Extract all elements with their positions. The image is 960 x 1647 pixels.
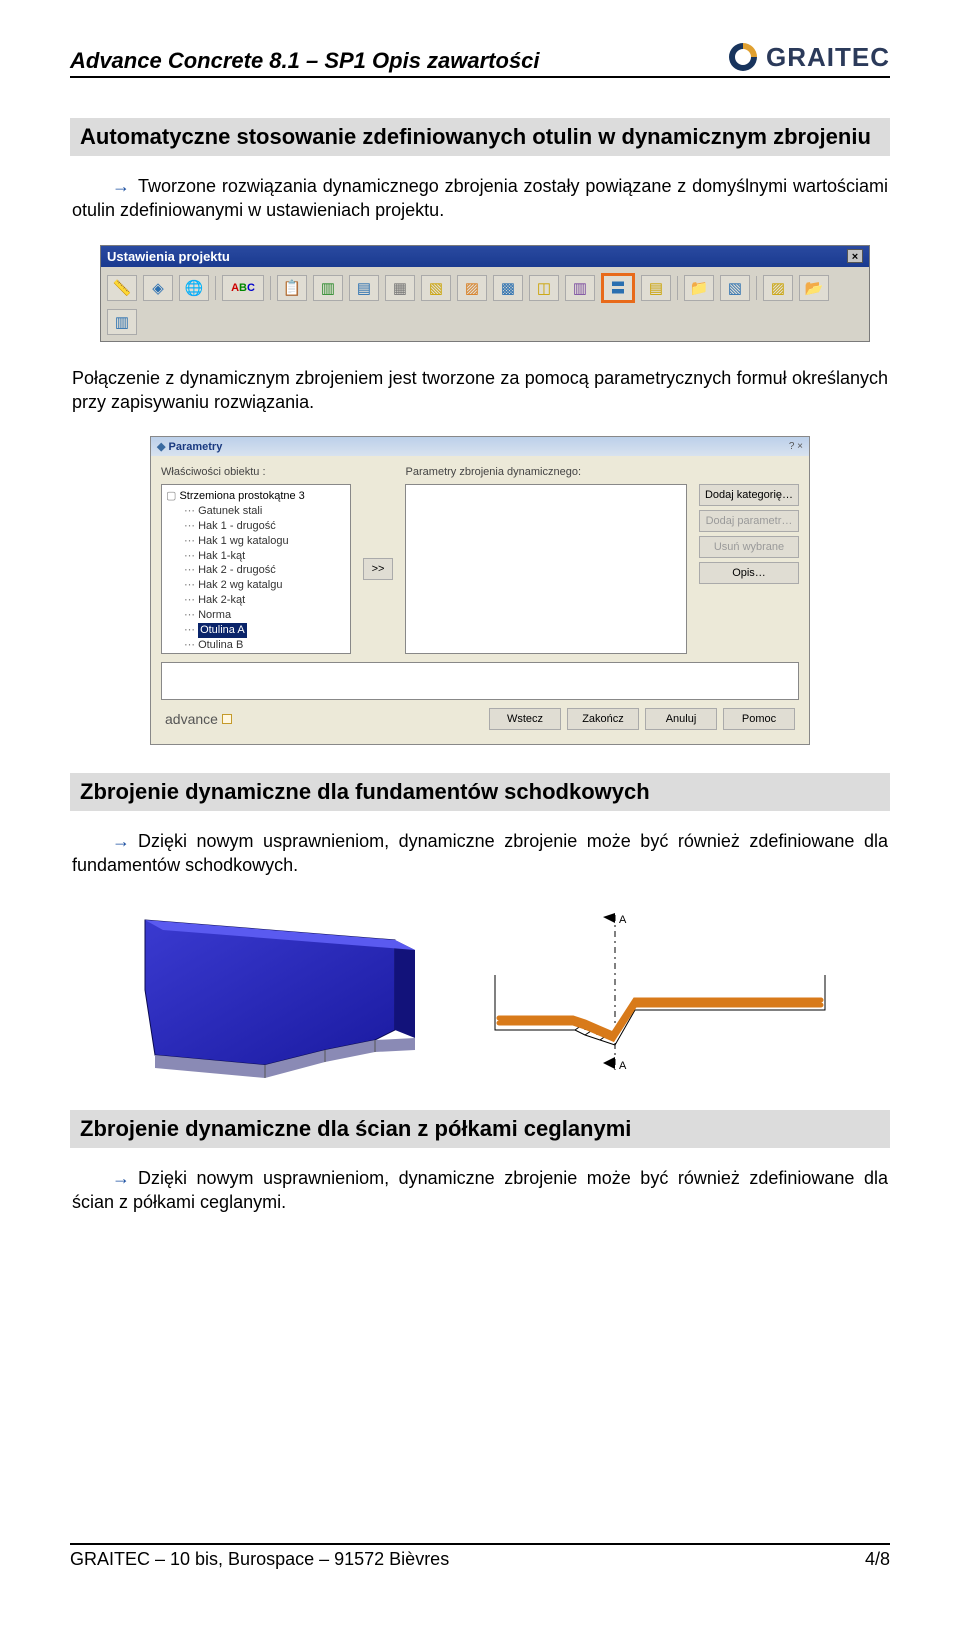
yellow-icon[interactable]: ▨ <box>763 275 793 301</box>
help-button[interactable]: Pomoc <box>723 708 795 730</box>
section1-p2: Połączenie z dynamicznym zbrojeniem jest… <box>72 366 888 415</box>
dialog-sysicons[interactable]: ? × <box>789 441 803 452</box>
arrow-icon: → <box>112 831 130 851</box>
footer-page: 4/8 <box>865 1549 890 1570</box>
tree-item[interactable]: Hak 2 - drugość <box>166 563 346 578</box>
arrow-icon: → <box>112 176 130 196</box>
section-title-1: Automatyczne stosowanie zdefiniowanych o… <box>70 118 890 156</box>
section-letter-top: A <box>619 914 627 926</box>
folder2-icon[interactable]: 📁 <box>684 275 714 301</box>
brand-text: GRAITEC <box>766 42 890 73</box>
toolbar-window: Ustawienia projektu × 📏 ◈ 🌐 ABC 📋 ▥ ▤ ▦ … <box>100 245 870 342</box>
page-icon[interactable]: ▥ <box>107 309 137 335</box>
toolbar-titlebar: Ustawienia projektu × <box>101 246 869 267</box>
param-list[interactable] <box>405 484 687 654</box>
dialog-label-left: Właściwości obiektu : <box>161 466 266 478</box>
green-icon[interactable]: ▥ <box>313 275 343 301</box>
tree-item[interactable]: Hak 2 wg katalgu <box>166 578 346 593</box>
hash-icon[interactable]: ▦ <box>385 275 415 301</box>
page-header: Advance Concrete 8.1 – SP1 Opis zawartoś… <box>70 40 890 78</box>
page-footer: GRAITEC – 10 bis, Burospace – 91572 Bièv… <box>70 1543 890 1570</box>
add-category-button[interactable]: Dodaj kategorię… <box>699 484 799 506</box>
arch-icon[interactable]: ◫ <box>529 275 559 301</box>
foundation-3d-icon <box>115 900 455 1080</box>
cancel-button[interactable]: Anuluj <box>645 708 717 730</box>
toolbar-title: Ustawienia projektu <box>107 249 230 264</box>
parameters-dialog: ◆ Parametry ? × Właściwości obiektu : Pa… <box>150 436 810 745</box>
brand-logo: GRAITEC <box>726 40 890 74</box>
close-icon[interactable]: × <box>847 249 863 263</box>
grid-icon[interactable]: ▩ <box>493 275 523 301</box>
section-title-3: Zbrojenie dynamiczne dla ścian z półkami… <box>70 1110 890 1148</box>
tree-item[interactable]: Hak 2-kąt <box>166 593 346 608</box>
tree-item[interactable]: Otulina C <box>166 652 346 654</box>
finish-button[interactable]: Zakończ <box>567 708 639 730</box>
move-right-button[interactable]: >> <box>363 558 393 580</box>
tree-item[interactable]: Norma <box>166 608 346 623</box>
layers-icon[interactable]: ◈ <box>143 275 173 301</box>
section-title-2: Zbrojenie dynamiczne dla fundamentów sch… <box>70 773 890 811</box>
advance-brand: advance <box>165 711 232 727</box>
header-title: Advance Concrete 8.1 – SP1 Opis zawartoś… <box>70 48 540 74</box>
toolbar-body: 📏 ◈ 🌐 ABC 📋 ▥ ▤ ▦ ▧ ▨ ▩ ◫ ▥ 〓 ▤ 📁 ▧ ▨ 📂 … <box>101 267 869 341</box>
tree-item[interactable]: Hak 1-kąt <box>166 549 346 564</box>
orange-icon[interactable]: ▨ <box>457 275 487 301</box>
tree-item[interactable]: Hak 1 - drugość <box>166 519 346 534</box>
tree-parent[interactable]: Strzemiona prostokątne 3 <box>166 489 346 504</box>
open-icon[interactable]: 📂 <box>799 275 829 301</box>
section3-p1: →Dzięki nowym usprawnieniom, dynamiczne … <box>72 1166 888 1215</box>
info-box <box>161 662 799 700</box>
section-icon[interactable]: 〓 <box>601 273 635 303</box>
dialog-titlebar: ◆ Parametry ? × <box>151 437 809 456</box>
property-tree[interactable]: Strzemiona prostokątne 3 Gatunek stali H… <box>161 484 351 654</box>
dialog-title: ◆ Parametry <box>157 440 222 453</box>
tree-item-selected[interactable]: Otulina A <box>166 623 346 638</box>
folder-icon[interactable]: ▧ <box>421 275 451 301</box>
section1-p1: →Tworzone rozwiązania dynamicznego zbroj… <box>72 174 888 223</box>
sheet-icon[interactable]: ▧ <box>720 275 750 301</box>
add-param-button: Dodaj parametr… <box>699 510 799 532</box>
delete-button: Usuń wybrane <box>699 536 799 558</box>
tree-item[interactable]: Hak 1 wg katalogu <box>166 534 346 549</box>
tree-item[interactable]: Otulina B <box>166 638 346 653</box>
desc-button[interactable]: Opis… <box>699 562 799 584</box>
section2-p1: →Dzięki nowym usprawnieniom, dynamiczne … <box>72 829 888 878</box>
tree-item[interactable]: Gatunek stali <box>166 504 346 519</box>
globe-icon[interactable]: 🌐 <box>179 275 209 301</box>
clipboard-icon[interactable]: 📋 <box>277 275 307 301</box>
blue-icon[interactable]: ▤ <box>349 275 379 301</box>
purple-icon[interactable]: ▥ <box>565 275 595 301</box>
dialog-label-right: Parametry zbrojenia dynamicznego: <box>406 466 581 478</box>
graitec-g-icon <box>726 40 760 74</box>
footer-left: GRAITEC – 10 bis, Burospace – 91572 Bièv… <box>70 1549 449 1570</box>
section-letter-bot: A <box>619 1060 627 1072</box>
abc-icon[interactable]: ABC <box>222 275 264 301</box>
ruler-icon[interactable]: 📏 <box>107 275 137 301</box>
foundation-section-icon: A A <box>485 905 845 1075</box>
back-button[interactable]: Wstecz <box>489 708 561 730</box>
arrow-icon: → <box>112 1168 130 1188</box>
stripe-icon[interactable]: ▤ <box>641 275 671 301</box>
